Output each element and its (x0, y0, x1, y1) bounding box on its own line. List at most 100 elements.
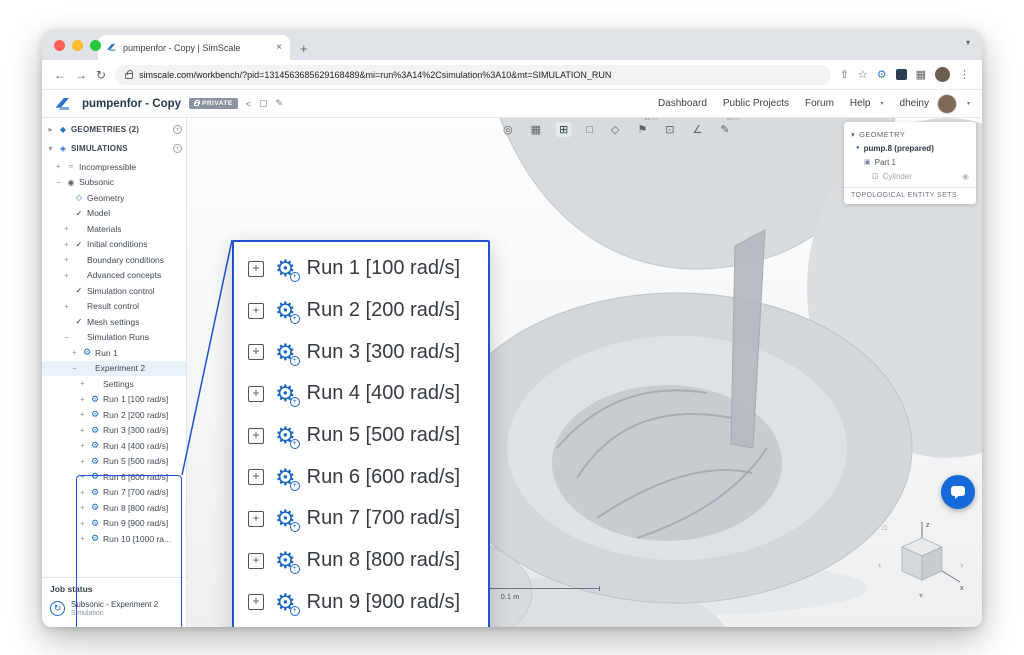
expander-plus-icon[interactable]: + (62, 302, 71, 311)
tree-item-run-10-1000-ra[interactable]: +⚙Run 10 [1000 ra... (42, 531, 186, 547)
expander-plus-icon[interactable]: + (54, 162, 63, 171)
tree-item-run-8-800-rad-s[interactable]: +⚙Run 8 [800 rad/s] (42, 500, 186, 516)
expander-plus-icon[interactable]: + (78, 395, 87, 404)
reload-icon[interactable]: ↻ (96, 68, 106, 82)
topological-entity-sets-header[interactable]: TOPOLOGICAL ENTITY SETS (844, 187, 976, 204)
box-select-icon[interactable]: ⊡ (662, 122, 677, 137)
expander-plus-icon[interactable]: + (78, 519, 87, 528)
tree-item-run-4-400-rad-s[interactable]: +⚙Run 4 [400 rad/s] (42, 438, 186, 454)
copy-project-icon[interactable]: ▢ (259, 98, 268, 109)
expander-plus-icon[interactable]: + (70, 348, 79, 357)
forward-icon[interactable]: → (75, 68, 87, 82)
expander-plus-icon[interactable]: + (62, 255, 71, 264)
expander-plus-icon[interactable]: + (62, 240, 71, 249)
support-chat-button[interactable] (941, 475, 975, 509)
geometry-panel-header[interactable]: ▾ GEOMETRY (844, 127, 976, 141)
expander-plus-icon[interactable]: + (78, 534, 87, 543)
nav-forum[interactable]: Forum (805, 98, 834, 109)
expander-plus-icon[interactable]: + (78, 457, 87, 466)
tree-item-geometries-2[interactable]: ▸◆GEOMETRIES (2)+ (42, 122, 186, 138)
expander-plus-icon[interactable]: + (62, 224, 71, 233)
tree-item-simulations[interactable]: ▾◈SIMULATIONS+ (42, 141, 186, 157)
tree-item-settings[interactable]: +Settings (42, 376, 186, 392)
geometry-item-part1[interactable]: ▣ Part 1 (844, 155, 976, 169)
mesh-view-icon[interactable]: ▦ (528, 122, 544, 137)
probe-point-icon[interactable]: ⚑BETA (634, 122, 650, 137)
tree-item-experiment-2[interactable]: −Experiment 2 (42, 361, 186, 377)
expander-plus-icon[interactable]: + (78, 426, 87, 435)
expander-minus-icon[interactable]: − (70, 364, 79, 373)
add-button[interactable]: + (173, 125, 182, 134)
expander-minus-icon[interactable]: − (54, 178, 63, 187)
expander-plus-icon[interactable]: + (62, 271, 71, 280)
tree-item-run-3-300-rad-s[interactable]: +⚙Run 3 [300 rad/s] (42, 423, 186, 439)
annotate-icon[interactable]: ✎BETA (717, 122, 732, 137)
expander-plus-icon[interactable]: + (78, 379, 87, 388)
rotate-left-icon[interactable]: ‹ (878, 560, 881, 571)
geometry-item-cylinder[interactable]: ◫ Cylinder ◉ (844, 169, 976, 183)
address-bar[interactable]: simscale.com/workbench/?pid=131456368562… (115, 65, 831, 85)
tab-close-button[interactable]: × (276, 42, 282, 53)
minimize-window-button[interactable] (72, 40, 83, 51)
view-cube[interactable]: ⌂ ‹ › ▾ z x (876, 516, 968, 600)
tree-item-advanced-concepts[interactable]: +Advanced concepts (42, 268, 186, 284)
geometry-item-pump[interactable]: ● pump.8 (prepared) (844, 141, 976, 155)
expander-minus-icon[interactable]: − (62, 333, 71, 342)
section-view-icon[interactable]: ◇ (608, 122, 622, 137)
tree-item-run-1-100-rad-s[interactable]: +⚙Run 1 [100 rad/s] (42, 392, 186, 408)
extension-gear-icon[interactable]: ⚙ (877, 68, 887, 81)
tree-item-subsonic[interactable]: −◉Subsonic (42, 175, 186, 191)
home-icon[interactable]: ⌂ (882, 522, 887, 532)
tree-item-result-control[interactable]: +Result control (42, 299, 186, 315)
user-avatar[interactable] (937, 94, 957, 114)
tree-item-run-9-900-rad-s[interactable]: +⚙Run 9 [900 rad/s] (42, 516, 186, 532)
tree-item-run-7-700-rad-s[interactable]: +⚙Run 7 [700 rad/s] (42, 485, 186, 501)
tree-item-run-6-600-rad-s[interactable]: +⚙Run 6 [600 rad/s] (42, 469, 186, 485)
rotate-right-icon[interactable]: › (960, 560, 963, 571)
tree-item-incompressible[interactable]: +≈Incompressible (42, 159, 186, 175)
edit-project-icon[interactable]: ✎ (276, 98, 284, 109)
close-window-button[interactable] (54, 40, 65, 51)
zoom-window-button[interactable] (90, 40, 101, 51)
tree-item-run-5-500-rad-s[interactable]: +⚙Run 5 [500 rad/s] (42, 454, 186, 470)
add-button[interactable]: + (173, 144, 182, 153)
nav-help[interactable]: Help (850, 98, 871, 109)
bookmark-star-icon[interactable]: ☆ (858, 68, 868, 81)
tree-item-boundary-conditions[interactable]: +Boundary conditions (42, 252, 186, 268)
tree-item-simulation-control[interactable]: ✓Simulation control (42, 283, 186, 299)
measure-icon[interactable]: ∠ (689, 122, 705, 137)
expander-chevron-down-icon[interactable]: ▾ (46, 144, 55, 153)
collapse-chevron-icon[interactable]: ▾ (851, 130, 855, 139)
expander-plus-icon[interactable]: + (78, 472, 87, 481)
tab-search-chevron-icon[interactable]: ▾ (966, 38, 970, 47)
tree-item-geometry[interactable]: ◇Geometry (42, 190, 186, 206)
expander-plus-icon[interactable]: + (78, 503, 87, 512)
expander-plus-icon[interactable]: + (78, 488, 87, 497)
browser-menu-icon[interactable]: ⋮ (959, 68, 970, 81)
orientation-icon[interactable]: ◎ (500, 122, 516, 137)
extension-square-icon[interactable] (896, 69, 907, 80)
nav-username[interactable]: dheiny (900, 98, 929, 109)
nav-dashboard[interactable]: Dashboard (658, 98, 707, 109)
expander-plus-icon[interactable]: + (78, 441, 87, 450)
tree-item-initial-conditions[interactable]: +✓Initial conditions (42, 237, 186, 253)
expander-plus-icon[interactable]: + (78, 410, 87, 419)
rotate-down-icon[interactable]: ▾ (919, 591, 923, 600)
tree-item-run-2-200-rad-s[interactable]: +⚙Run 2 [200 rad/s] (42, 407, 186, 423)
tree-item-simulation-runs[interactable]: −Simulation Runs (42, 330, 186, 346)
share-icon[interactable]: ⇧ (840, 68, 849, 81)
nav-public-projects[interactable]: Public Projects (723, 98, 789, 109)
solid-view-icon[interactable]: ⊞ (556, 122, 571, 137)
tree-item-run-1[interactable]: +⚙Run 1 (42, 345, 186, 361)
share-project-icon[interactable]: < (246, 99, 251, 109)
wireframe-view-icon[interactable]: □ (583, 123, 596, 137)
browser-tab[interactable]: pumpenfor - Copy | SimScale × (98, 35, 290, 60)
tree-item-mesh-settings[interactable]: ✓Mesh settings (42, 314, 186, 330)
job-status-card[interactable]: ↻ Subsonic - Experiment 2 Simulation (50, 600, 178, 617)
tree-item-model[interactable]: ✓Model (42, 206, 186, 222)
extensions-puzzle-icon[interactable]: ▦ (916, 68, 926, 81)
user-menu-chevron-icon[interactable]: ▾ (967, 100, 970, 107)
back-icon[interactable]: ← (54, 68, 66, 82)
new-tab-button[interactable]: + (300, 42, 308, 55)
visibility-eye-icon[interactable]: ◉ (962, 172, 969, 181)
